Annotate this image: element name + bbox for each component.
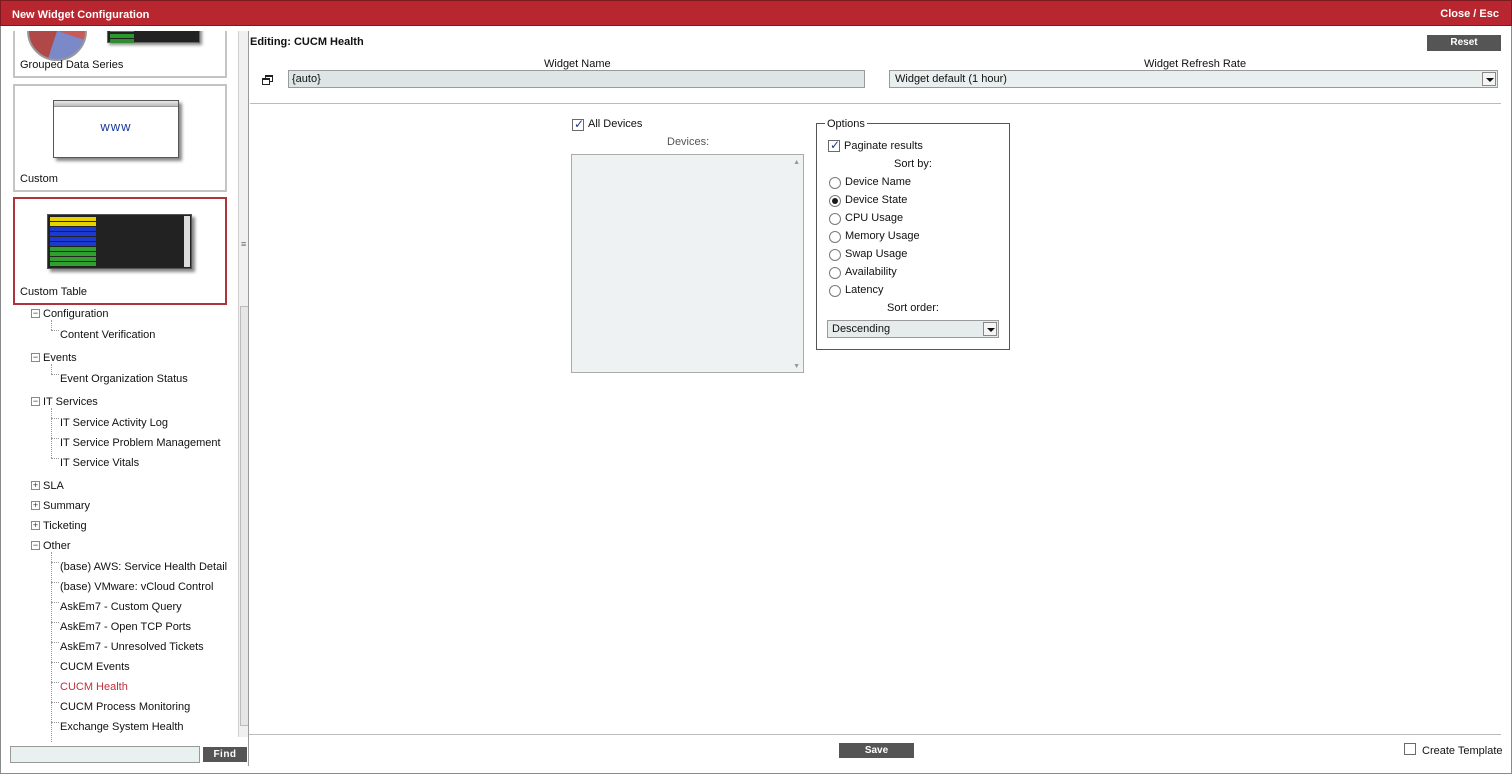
- sort-label-swap-usage: Swap Usage: [845, 248, 908, 260]
- tree-item-cucm-health[interactable]: CUCM Health: [60, 681, 128, 693]
- sort-radio-swap-usage[interactable]: [829, 249, 841, 261]
- all-devices-checkbox[interactable]: [572, 117, 584, 131]
- tree-category-ticketing[interactable]: Ticketing: [43, 520, 87, 532]
- collapse-icon[interactable]: −: [31, 309, 40, 318]
- sort-by-label: Sort by:: [894, 158, 932, 170]
- browser-thumbnail: www: [53, 100, 179, 158]
- tile-custom-table[interactable]: Custom Table: [13, 197, 227, 305]
- tree-category-other[interactable]: Other: [43, 540, 71, 552]
- tree-item-it-service-activity-log[interactable]: IT Service Activity Log: [60, 417, 168, 429]
- tile-label: Custom Table: [20, 286, 88, 298]
- tree-item-exchange-system-health[interactable]: Exchange System Health: [60, 721, 184, 733]
- expand-icon[interactable]: +: [31, 481, 40, 490]
- tree-item-vmware-vcloud-control[interactable]: (base) VMware: vCloud Control: [60, 581, 213, 593]
- refresh-rate-value: Widget default (1 hour): [895, 73, 1007, 85]
- widget-refresh-rate-select[interactable]: Widget default (1 hour): [889, 70, 1498, 88]
- tree-item-askem7-custom-query[interactable]: AskEm7 - Custom Query: [60, 601, 182, 613]
- thumb-www-text: www: [100, 119, 132, 134]
- sort-radio-device-state[interactable]: [829, 195, 841, 207]
- collapse-icon[interactable]: −: [31, 353, 40, 362]
- tree-item-content-verification[interactable]: Content Verification: [60, 329, 155, 341]
- chevron-down-icon[interactable]: [983, 322, 997, 336]
- sort-radio-memory-usage[interactable]: [829, 231, 841, 243]
- save-button[interactable]: Save: [839, 743, 914, 758]
- sort-order-select[interactable]: Descending: [827, 320, 999, 338]
- close-button[interactable]: Close / Esc: [1440, 8, 1499, 20]
- widget-name-label: Widget Name: [544, 58, 611, 70]
- scroll-up-icon[interactable]: ▲: [793, 159, 800, 166]
- collapse-icon[interactable]: −: [31, 541, 40, 550]
- tree-category-configuration[interactable]: Configuration: [43, 308, 108, 320]
- tile-grouped-data-series[interactable]: Grouped Data Series: [13, 31, 227, 78]
- devices-list[interactable]: ▲ ▼: [571, 154, 804, 373]
- grid-thumbnail: [107, 31, 200, 43]
- window-title-bar: New Widget Configuration Close / Esc: [0, 0, 1512, 26]
- tile-custom[interactable]: www Custom: [13, 84, 227, 192]
- left-panel-scrollbar[interactable]: ≡: [238, 31, 248, 737]
- header-separator: [250, 103, 1501, 104]
- sort-order-label: Sort order:: [887, 302, 939, 314]
- tree-item-event-organization-status[interactable]: Event Organization Status: [60, 373, 188, 385]
- footer-separator: [249, 734, 1501, 735]
- reset-button[interactable]: Reset: [1427, 35, 1501, 51]
- scroll-down-icon[interactable]: ▼: [793, 363, 800, 370]
- tree-item-cucm-events[interactable]: CUCM Events: [60, 661, 130, 673]
- tile-label: Grouped Data Series: [20, 59, 124, 71]
- sort-label-availability: Availability: [845, 266, 897, 278]
- options-legend: Options: [825, 118, 867, 130]
- tree-category-summary[interactable]: Summary: [43, 500, 90, 512]
- paginate-results-checkbox[interactable]: [828, 138, 840, 152]
- sort-order-value: Descending: [832, 323, 891, 335]
- tree-item-it-service-vitals[interactable]: IT Service Vitals: [60, 457, 139, 469]
- sort-radio-cpu-usage[interactable]: [829, 213, 841, 225]
- pie-chart-thumbnail: [27, 31, 87, 61]
- expand-icon[interactable]: +: [31, 521, 40, 530]
- chevron-down-icon[interactable]: [1482, 72, 1496, 86]
- panel-divider: [248, 31, 249, 766]
- table-thumbnail: [47, 214, 192, 269]
- widget-type-panel: Grouped Data Series www Custom Custom Ta…: [7, 31, 248, 766]
- sort-radio-latency[interactable]: [829, 285, 841, 297]
- sort-radio-device-name[interactable]: [829, 177, 841, 189]
- tree-category-sla[interactable]: SLA: [43, 480, 64, 492]
- sort-label-latency: Latency: [845, 284, 884, 296]
- sort-radio-availability[interactable]: [829, 267, 841, 279]
- tile-label: Custom: [20, 173, 58, 185]
- sort-label-cpu-usage: CPU Usage: [845, 212, 904, 224]
- grip-icon: ≡: [241, 239, 247, 249]
- sort-label-memory-usage: Memory Usage: [845, 230, 920, 242]
- editing-heading: Editing: CUCM Health: [250, 36, 364, 48]
- find-button[interactable]: Find: [203, 747, 247, 762]
- expand-icon[interactable]: +: [31, 501, 40, 510]
- collapse-icon[interactable]: −: [31, 397, 40, 406]
- tree-item-it-service-problem-management[interactable]: IT Service Problem Management: [60, 437, 221, 449]
- tree-item-askem7-unresolved-tickets[interactable]: AskEm7 - Unresolved Tickets: [60, 641, 204, 653]
- paginate-results-label: Paginate results: [844, 140, 923, 152]
- sort-label-device-name: Device Name: [845, 176, 912, 188]
- restore-window-icon[interactable]: [262, 75, 274, 86]
- find-input[interactable]: [10, 746, 200, 763]
- all-devices-label: All Devices: [588, 118, 643, 130]
- tree-item-cucm-process-monitoring[interactable]: CUCM Process Monitoring: [60, 701, 190, 713]
- create-template-checkbox[interactable]: [1404, 743, 1416, 755]
- create-template-label: Create Template: [1422, 745, 1503, 757]
- tree-category-it-services[interactable]: IT Services: [43, 396, 98, 408]
- sort-label-device-state: Device State: [845, 194, 908, 206]
- widget-name-field[interactable]: {auto}: [288, 70, 865, 88]
- tree-item-askem7-open-tcp-ports[interactable]: AskEm7 - Open TCP Ports: [60, 621, 191, 633]
- scrollbar-thumb[interactable]: [240, 306, 248, 726]
- devices-label: Devices:: [667, 136, 710, 148]
- widget-refresh-rate-label: Widget Refresh Rate: [1144, 58, 1247, 70]
- window-title: New Widget Configuration: [12, 9, 150, 21]
- tree-category-events[interactable]: Events: [43, 352, 77, 364]
- tree-item-aws-service-health-detail[interactable]: (base) AWS: Service Health Detail: [60, 561, 227, 573]
